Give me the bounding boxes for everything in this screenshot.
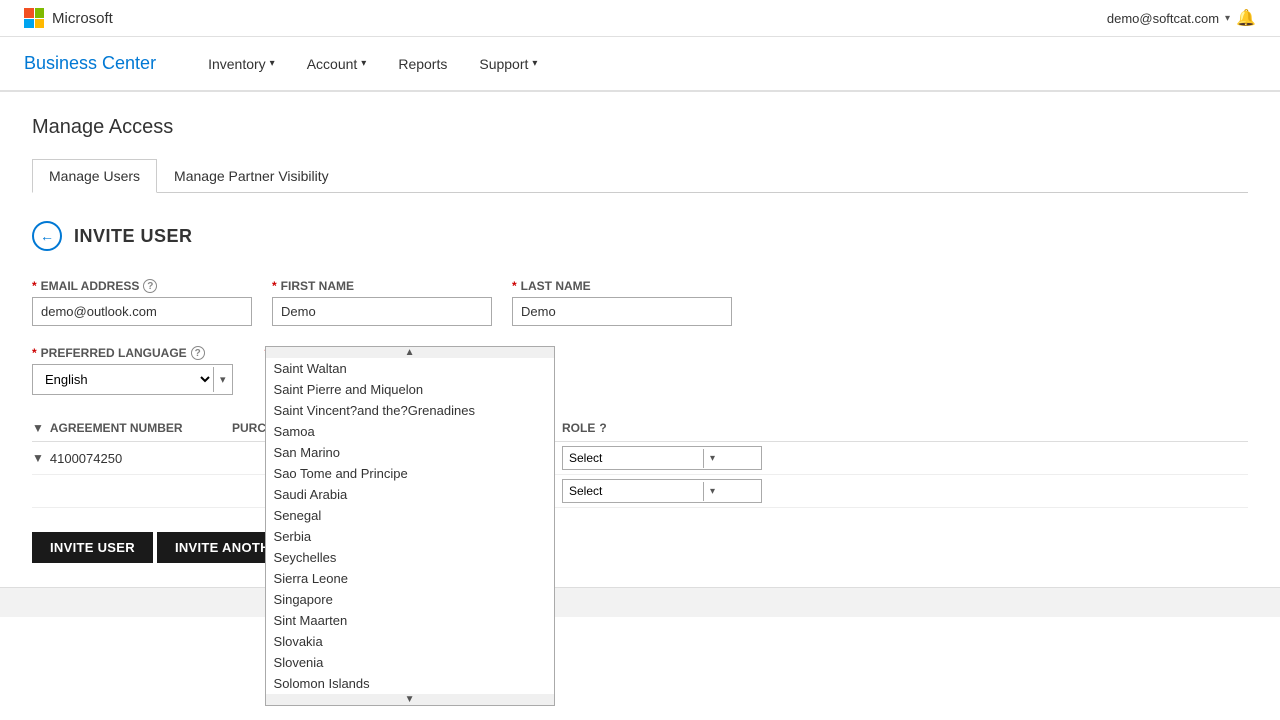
country-item[interactable]: Sierra Leone (266, 568, 554, 589)
language-arrow-icon: ▾ (213, 367, 232, 392)
country-item[interactable]: San Marino (266, 442, 554, 463)
ms-logo-squares (24, 8, 44, 28)
role-select-wrapper-1: Select ▾ (562, 446, 762, 470)
country-list[interactable]: Saint WaltanSaint Pierre and MiquelonSai… (266, 358, 554, 694)
email-required: * (32, 279, 37, 293)
language-label: * PREFERRED LANGUAGE ? (32, 346, 233, 360)
page-title: Manage Access (32, 116, 1248, 139)
tab-partner-visibility[interactable]: Manage Partner Visibility (157, 159, 346, 193)
back-arrow-icon: ← (40, 228, 54, 244)
tab-manage-users[interactable]: Manage Users (32, 159, 157, 193)
country-item[interactable]: Saudi Arabia (266, 484, 554, 505)
tabs: Manage Users Manage Partner Visibility (32, 159, 1248, 193)
country-item[interactable]: Seychelles (266, 547, 554, 568)
agreement-header: ▼ AGREEMENT NUMBER PURCHASING NUMBER ROL… (32, 415, 1248, 442)
country-item[interactable]: Sao Tome and Principe (266, 463, 554, 484)
nav-label-account: Account (307, 56, 358, 72)
nav-item-support[interactable]: Support ▾ (463, 38, 553, 90)
nav-brand[interactable]: Business Center (24, 37, 180, 90)
country-item[interactable]: Sint Maarten (266, 610, 554, 631)
form-row-2: * PREFERRED LANGUAGE ? English ▾ * COUNT… (32, 346, 1248, 395)
country-item[interactable]: Saint Vincent?and the?Grenadines (266, 400, 554, 421)
nav-item-account[interactable]: Account ▾ (291, 38, 383, 90)
nav-label-inventory: Inventory (208, 56, 266, 72)
action-buttons: INVITE USER INVITE ANOTHER USER CANCEL (32, 532, 1248, 563)
agreement-sub-row-1: Select ▾ (32, 475, 1248, 508)
country-item[interactable]: Solomon Islands (266, 673, 554, 694)
email-info-icon[interactable]: ? (143, 279, 157, 293)
invite-user-button[interactable]: INVITE USER (32, 532, 153, 563)
nav-label-support: Support (479, 56, 528, 72)
first-name-group: * FIRST NAME (272, 279, 492, 326)
role-select-arrow-1: ▾ (703, 449, 721, 468)
footer-bar (0, 587, 1280, 617)
ms-logo: Microsoft (24, 8, 113, 28)
email-group: * EMAIL ADDRESS ? (32, 279, 252, 326)
first-name-required: * (272, 279, 277, 293)
col-header-agreement-number: ▼ AGREEMENT NUMBER (32, 421, 232, 435)
back-button[interactable]: ← (32, 221, 62, 251)
agreement-row-1: ▼ 4100074250 TEST Select ▾ (32, 442, 1248, 475)
nav-item-inventory[interactable]: Inventory ▾ (192, 38, 291, 90)
user-chevron-icon[interactable]: ▾ (1225, 13, 1230, 24)
nav-label-reports: Reports (398, 56, 447, 72)
last-name-required: * (512, 279, 517, 293)
country-item[interactable]: Singapore (266, 589, 554, 610)
language-select[interactable]: English (33, 365, 213, 394)
page-content: Manage Access Manage Users Manage Partne… (0, 92, 1280, 587)
language-group: * PREFERRED LANGUAGE ? English ▾ (32, 346, 233, 395)
role-select-1[interactable]: Select (563, 447, 703, 469)
language-select-wrapper: English ▾ (32, 364, 233, 395)
country-dropdown[interactable]: ▲ Saint WaltanSaint Pierre and MiquelonS… (265, 346, 555, 706)
nav: Business Center Inventory ▾ Account ▾ Re… (0, 37, 1280, 91)
role-cell-2: Select ▾ (562, 479, 762, 503)
bell-icon[interactable]: 🔔 (1236, 8, 1256, 28)
email-label: * EMAIL ADDRESS ? (32, 279, 252, 293)
country-scroll-down[interactable]: ▼ (266, 694, 554, 705)
ms-brand-label: Microsoft (52, 10, 113, 27)
role-info-icon[interactable]: ? (599, 421, 606, 435)
country-scroll-up[interactable]: ▲ (266, 347, 554, 358)
first-name-label: * FIRST NAME (272, 279, 492, 293)
country-group: * COUNTRY/REGION ▲ Saint WaltanSaint Pie… (265, 346, 383, 360)
first-name-input[interactable] (272, 297, 492, 326)
agreement-number-cell: ▼ 4100074250 (32, 451, 232, 466)
country-item[interactable]: Saint Waltan (266, 358, 554, 379)
last-name-input[interactable] (512, 297, 732, 326)
role-select-2[interactable]: Select (563, 480, 703, 502)
agreement-section: ▼ AGREEMENT NUMBER PURCHASING NUMBER ROL… (32, 415, 1248, 508)
expand-icon[interactable]: ▼ (32, 421, 44, 435)
country-item[interactable]: Saint Pierre and Miquelon (266, 379, 554, 400)
role-select-wrapper-2: Select ▾ (562, 479, 762, 503)
agreement-number-value: 4100074250 (50, 451, 122, 466)
last-name-label: * LAST NAME (512, 279, 732, 293)
form-row-1: * EMAIL ADDRESS ? * FIRST NAME * LAST NA… (32, 279, 1248, 326)
invite-title: INVITE USER (74, 226, 193, 247)
country-item[interactable]: Senegal (266, 505, 554, 526)
role-select-arrow-2: ▾ (703, 482, 721, 501)
top-bar: Microsoft demo@softcat.com ▾ 🔔 (0, 0, 1280, 37)
invite-header: ← INVITE USER (32, 221, 1248, 251)
email-input[interactable] (32, 297, 252, 326)
account-chevron-icon: ▾ (361, 58, 366, 69)
country-item[interactable]: Slovakia (266, 631, 554, 652)
country-item[interactable]: Slovenia (266, 652, 554, 673)
col-header-role: ROLE ? (562, 421, 762, 435)
language-info-icon[interactable]: ? (191, 346, 205, 360)
country-item[interactable]: Samoa (266, 421, 554, 442)
last-name-group: * LAST NAME (512, 279, 732, 326)
country-item[interactable]: Serbia (266, 526, 554, 547)
user-email: demo@softcat.com (1107, 11, 1219, 26)
user-section: demo@softcat.com ▾ 🔔 (1107, 8, 1256, 28)
row-expand-icon[interactable]: ▼ (32, 451, 44, 465)
logo-section: Microsoft (24, 8, 113, 28)
role-cell-1: Select ▾ (562, 446, 762, 470)
inventory-chevron-icon: ▾ (270, 58, 275, 69)
support-chevron-icon: ▾ (532, 58, 537, 69)
nav-item-reports[interactable]: Reports (382, 38, 463, 90)
